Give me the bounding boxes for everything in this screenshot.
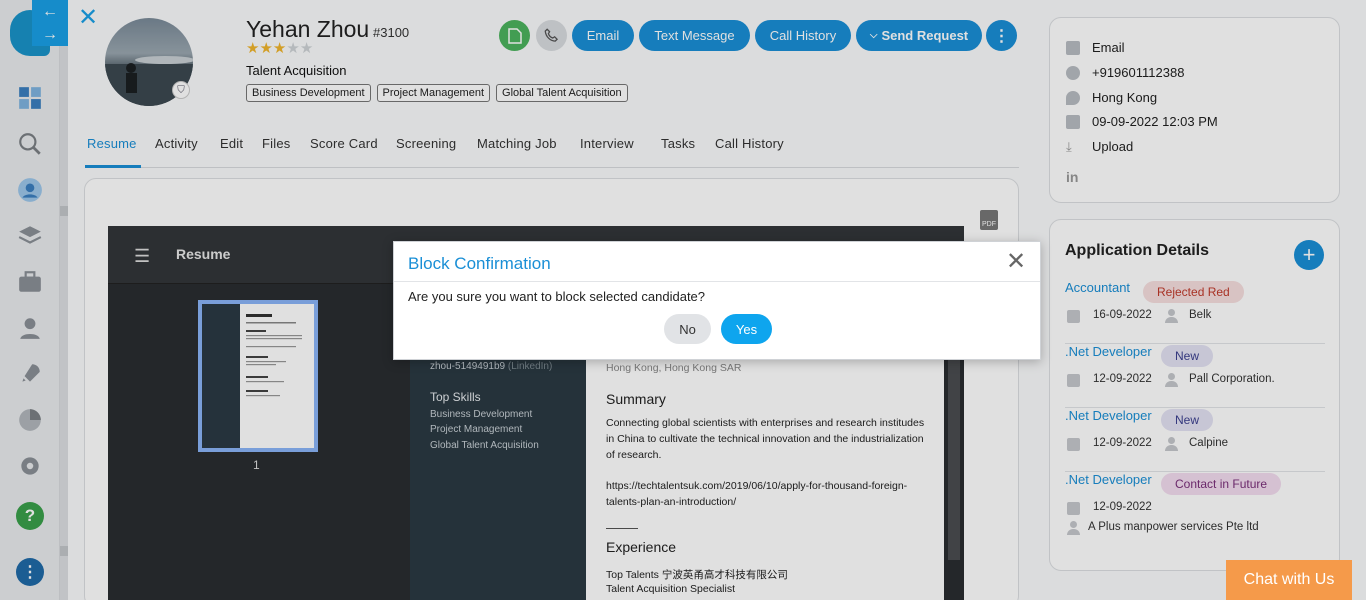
no-button[interactable]: No	[664, 314, 711, 344]
dialog-divider	[394, 281, 1040, 282]
dialog-title: Block Confirmation	[408, 254, 551, 273]
close-icon[interactable]: ✕	[1006, 250, 1026, 274]
dialog-message: Are you sure you want to block selected …	[408, 289, 706, 304]
block-confirmation-dialog: Block Confirmation ✕ Are you sure you wa…	[393, 241, 1041, 360]
yes-button[interactable]: Yes	[721, 314, 772, 344]
chat-with-us-button[interactable]: Chat with Us	[1226, 560, 1352, 600]
